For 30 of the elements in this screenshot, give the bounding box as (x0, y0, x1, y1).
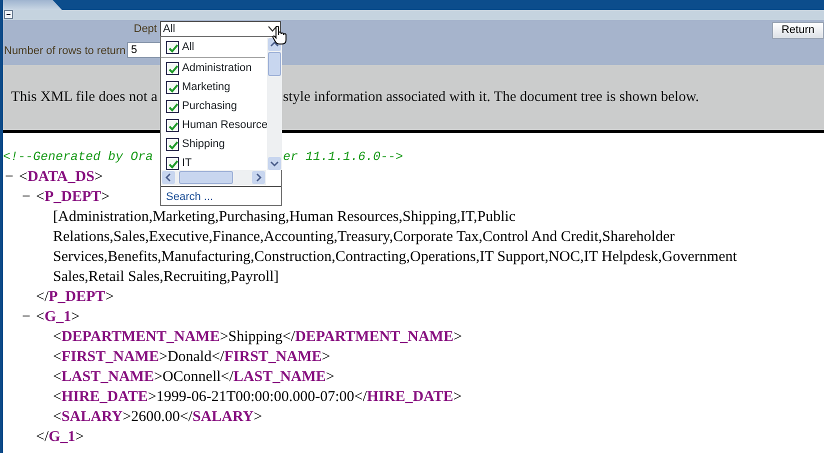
field-label: Number of rows to return (4, 44, 126, 58)
xml-line: </P_DEPT> (36, 288, 114, 307)
xml-line: <G_1> (36, 308, 80, 327)
toggle-button[interactable]: − (22, 307, 36, 327)
toggle-button[interactable]: − (5, 167, 19, 187)
search-link[interactable]: Search ... (166, 189, 214, 206)
dropdown-option[interactable]: Marketing (161, 78, 230, 97)
xml-line: <HIRE_DATE>1999-06-21T00:00:00.000-07:00</HIRE_DATE> (53, 388, 462, 407)
xml-line: <DATA_DS> (19, 168, 103, 187)
field-label: Dept (134, 22, 157, 36)
return-button[interactable]: Return (772, 22, 824, 39)
xml-line: <FIRST_NAME>Donald</FIRST_NAME> (53, 348, 330, 367)
dropdown-option[interactable]: Purchasing (161, 97, 238, 116)
dropdown-value: All (162, 22, 176, 36)
xml-line: <DEPARTMENT_NAME>Shipping</DEPARTMENT_NAME> (53, 328, 462, 347)
toggle-button[interactable]: − (22, 187, 36, 207)
message-text: style information associated with it. The document tree is shown below. (283, 88, 699, 107)
xml-line: </G_1> (36, 428, 84, 447)
xml-comment: er 11.1.1.6.0--> (283, 149, 404, 166)
message-text: This XML file does not a (11, 88, 158, 107)
xml-line: <SALARY>2600.00</SALARY> (53, 408, 262, 427)
dropdown-field[interactable]: All (160, 21, 281, 37)
xml-line: <LAST_NAME>OConnell</LAST_NAME> (53, 368, 334, 387)
xml-comment: <!--Generated by Ora (3, 149, 154, 166)
dropdown-option[interactable]: Administration (161, 59, 252, 78)
dropdown-option[interactable]: Shipping (161, 135, 225, 154)
xml-line: <P_DEPT> (36, 188, 110, 207)
dropdown-option[interactable]: IT (161, 154, 192, 173)
dropdown-option[interactable]: Human Resource (161, 116, 268, 135)
xml-text: [Administration,Marketing,Purchasing,Human Resources,Shipping,IT,Public Relations,Sales,Executive,Finance,Accounting,Treasury,Corporate Tax,Control And Credit,Shareholder Services,Benefits,Manufacturing,Construction,Contracting,Operations,IT Support,NOC,IT Helpdesk,Government Sales,Retail Sales,Recruiting,Payroll] (53, 208, 738, 287)
